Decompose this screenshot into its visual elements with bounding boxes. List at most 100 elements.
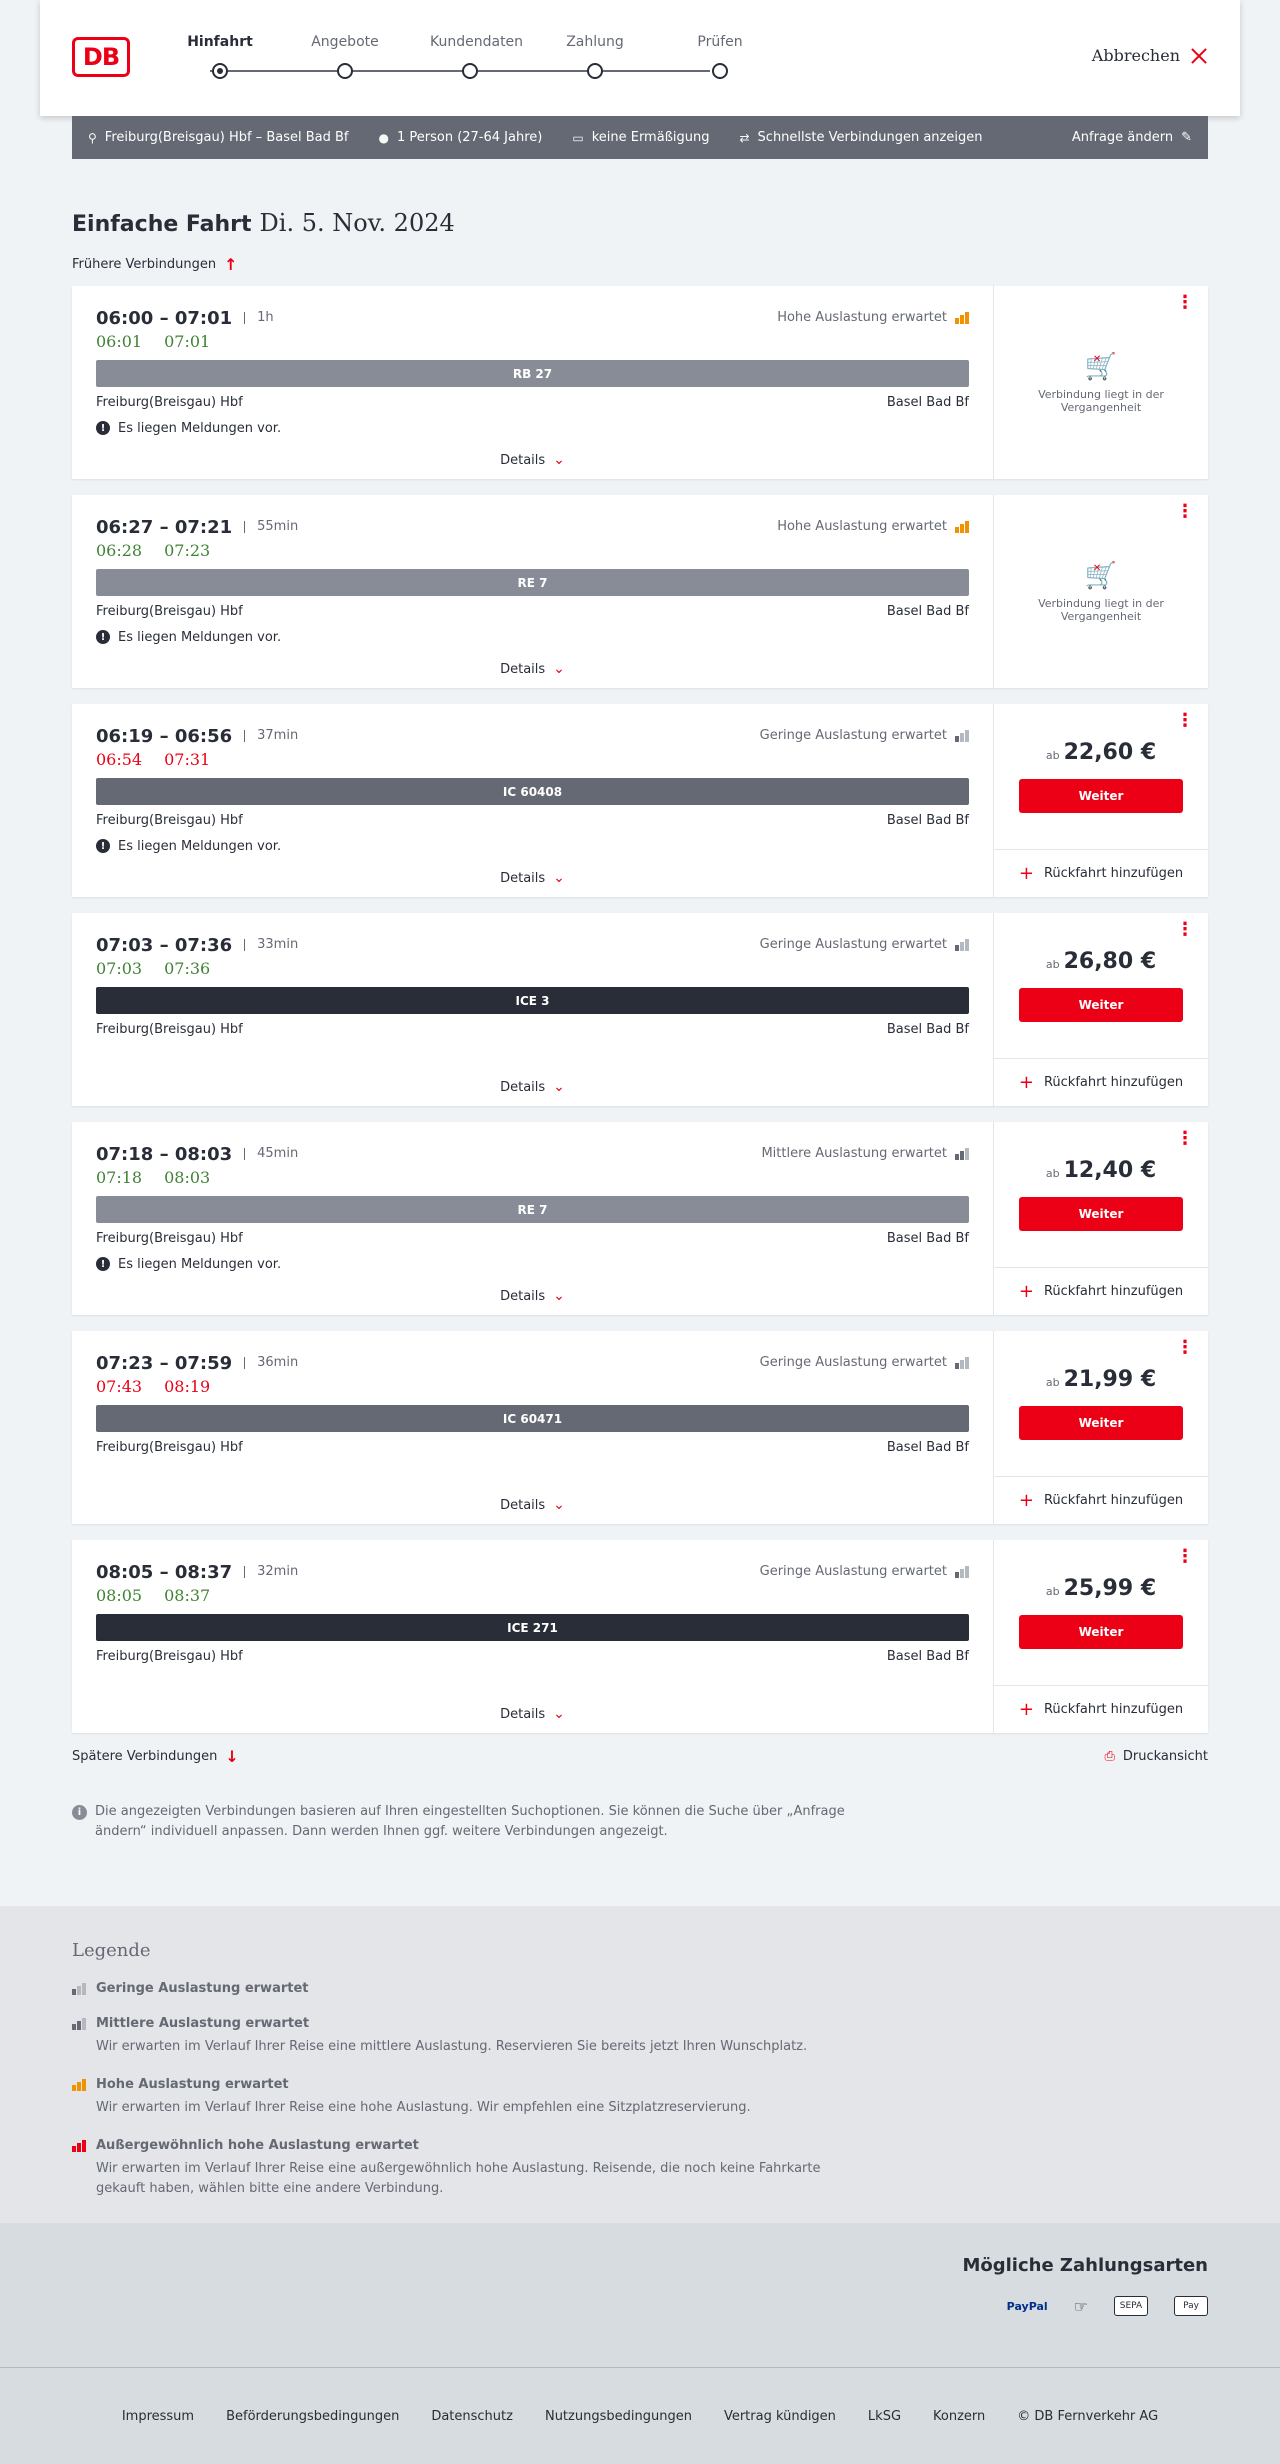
payment-icons: PayPal ☞ SEPA Pay [72, 2296, 1208, 2316]
later-connections-link[interactable]: Spätere Verbindungen ↓ [72, 1747, 239, 1766]
occupancy-label: Geringe Auslastung erwartet [759, 1564, 947, 1579]
db-logo[interactable]: DB [72, 37, 130, 77]
realtime-arrival: 07:36 [164, 959, 211, 978]
occupancy-low-icon [72, 1982, 86, 1995]
footer-link[interactable]: Vertrag kündigen [724, 2409, 836, 2424]
more-options-icon[interactable]: ⋮ [1176, 921, 1194, 939]
train-bar[interactable]: IC 60408 [96, 778, 969, 805]
step-kundendaten: Kundendaten [430, 34, 523, 79]
more-options-icon[interactable]: ⋮ [1176, 1548, 1194, 1566]
more-options-icon[interactable]: ⋮ [1176, 712, 1194, 730]
connection-offer: ⋮ ab 25,99 € Weiter + Rückfahrt hinzufügen [994, 1540, 1208, 1733]
continue-button[interactable]: Weiter [1019, 1406, 1183, 1440]
cancel-label: Abbrechen [1091, 46, 1180, 65]
legend-title-text: Hohe Auslastung erwartet [96, 2077, 289, 2092]
train-bar[interactable]: IC 60471 [96, 1405, 969, 1432]
discount-text: keine Ermäßigung [591, 130, 710, 145]
connection-main: 08:05 – 08:37 32min 08:05 08:37 Geringe Ausl… [72, 1540, 994, 1733]
realtime-row: 06:28 07:23 [96, 541, 969, 563]
add-return-trip-button[interactable]: + Rückfahrt hinzufügen [994, 1476, 1208, 1524]
footer-link[interactable]: Konzern [933, 2409, 985, 2424]
occupancy-indicator: Hohe Auslastung erwartet [777, 310, 969, 325]
duration: 45min [244, 1147, 298, 1160]
add-return-trip-button[interactable]: + Rückfahrt hinzufügen [994, 1267, 1208, 1315]
realtime-departure: 07:03 [96, 959, 143, 978]
footer-link[interactable]: LkSG [868, 2409, 901, 2424]
details-toggle[interactable]: Details ⌄ [96, 451, 969, 469]
print-view-link[interactable]: ⎙ Druckansicht [1104, 1747, 1208, 1766]
continue-button[interactable]: Weiter [1019, 779, 1183, 813]
realtime-departure: 06:01 [96, 332, 143, 351]
continue-button[interactable]: Weiter [1019, 1197, 1183, 1231]
step-dot [587, 63, 603, 79]
details-toggle[interactable]: Details ⌄ [96, 1287, 969, 1305]
messages-notice[interactable]: ! Es liegen Meldungen vor. [96, 419, 969, 437]
chevron-down-icon: ⌄ [553, 1497, 565, 1513]
step-hinfahrt[interactable]: Hinfahrt [180, 34, 260, 79]
details-toggle[interactable]: Details ⌄ [96, 1078, 969, 1096]
connection-offer: ⋮ ab 22,60 € Weiter + Rückfahrt hinzufügen [994, 704, 1208, 897]
stations-row: Freiburg(Breisgau) Hbf Basel Bad Bf [96, 813, 969, 831]
footer-link[interactable]: Beförderungsbedingungen [226, 2409, 399, 2424]
train-bar[interactable]: RB 27 [96, 360, 969, 387]
plus-icon: + [1018, 1072, 1034, 1093]
details-label: Details [500, 1497, 546, 1513]
connection-main: 06:27 – 07:21 55min 06:28 07:23 Hohe Auslast… [72, 495, 994, 688]
train-bar[interactable]: RE 7 [96, 1196, 969, 1223]
return-label: Rückfahrt hinzufügen [1043, 1075, 1184, 1090]
train-bar[interactable]: ICE 271 [96, 1614, 969, 1641]
footer-link[interactable]: Datenschutz [431, 2409, 513, 2424]
arrow-up-icon: ↑ [224, 255, 238, 274]
plus-icon: + [1018, 1281, 1034, 1302]
continue-button[interactable]: Weiter [1019, 988, 1183, 1022]
add-return-trip-button[interactable]: + Rückfahrt hinzufügen [994, 1685, 1208, 1733]
more-options-icon[interactable]: ⋮ [1176, 1339, 1194, 1357]
legend-item: Hohe Auslastung erwartet Wir erwarten im … [72, 2077, 1208, 2118]
step-dot [337, 63, 353, 79]
train-bar[interactable]: ICE 3 [96, 987, 969, 1014]
messages-notice[interactable]: ! Es liegen Meldungen vor. [96, 837, 969, 855]
connection-main: 07:23 – 07:59 36min 07:43 08:19 Geringe Ausl… [72, 1331, 994, 1524]
return-label: Rückfahrt hinzufügen [1043, 1284, 1184, 1299]
past-label: Verbindung liegt in der Vergangenheit [1038, 387, 1164, 414]
warning-icon: ! [96, 630, 110, 644]
origin-station: Freiburg(Breisgau) Hbf [96, 1022, 243, 1037]
cancel-button[interactable]: Abbrechen [1092, 46, 1208, 65]
add-return-trip-button[interactable]: + Rückfahrt hinzufügen [994, 1058, 1208, 1106]
legend-title-text: Geringe Auslastung erwartet [96, 1981, 309, 1996]
messages-notice[interactable]: ! Es liegen Meldungen vor. [96, 628, 969, 646]
details-toggle[interactable]: Details ⌄ [96, 1705, 969, 1723]
legend-item-title: Hohe Auslastung erwartet [72, 2077, 1208, 2092]
more-options-icon[interactable]: ⋮ [1176, 294, 1194, 312]
planned-times: 08:05 – 08:37 [96, 1561, 233, 1583]
messages-notice[interactable]: ! Es liegen Meldungen vor. [96, 1255, 969, 1273]
chevron-down-icon: ⌄ [553, 452, 565, 468]
add-return-trip-button[interactable]: + Rückfahrt hinzufügen [994, 849, 1208, 897]
details-toggle[interactable]: Details ⌄ [96, 869, 969, 887]
details-toggle[interactable]: Details ⌄ [96, 660, 969, 678]
info-text: Die angezeigten Verbindungen basieren au… [95, 1804, 845, 1839]
step-dot [212, 63, 228, 79]
details-toggle[interactable]: Details ⌄ [96, 1496, 969, 1514]
realtime-arrival: 07:31 [164, 750, 211, 769]
earlier-connections-link[interactable]: Frühere Verbindungen ↑ [72, 255, 1208, 274]
realtime-row: 07:43 08:19 [96, 1377, 969, 1399]
train-bar[interactable]: RE 7 [96, 569, 969, 596]
footer-link[interactable]: Nutzungsbedingungen [545, 2409, 692, 2424]
chevron-down-icon: ⌄ [553, 1079, 565, 1095]
step-label: Prüfen [697, 34, 743, 50]
continue-button[interactable]: Weiter [1019, 1615, 1183, 1649]
messages-label: Es liegen Meldungen vor. [118, 629, 282, 645]
stepper-line [210, 70, 710, 72]
change-query-button[interactable]: Anfrage ändern ✎ [1072, 130, 1192, 145]
step-angebote: Angebote [305, 34, 385, 79]
query-persons: ● 1 Person (27-64 Jahre) [378, 130, 542, 145]
occupancy-mid-icon [72, 2017, 86, 2030]
more-options-icon[interactable]: ⋮ [1176, 1130, 1194, 1148]
more-options-icon[interactable]: ⋮ [1176, 503, 1194, 521]
footer-link[interactable]: Impressum [122, 2409, 194, 2424]
plus-icon: + [1018, 1699, 1034, 1720]
origin-station: Freiburg(Breisgau) Hbf [96, 1231, 243, 1246]
messages-label: Es liegen Meldungen vor. [118, 838, 282, 854]
footer-link: © DB Fernverkehr AG [1017, 2408, 1159, 2424]
